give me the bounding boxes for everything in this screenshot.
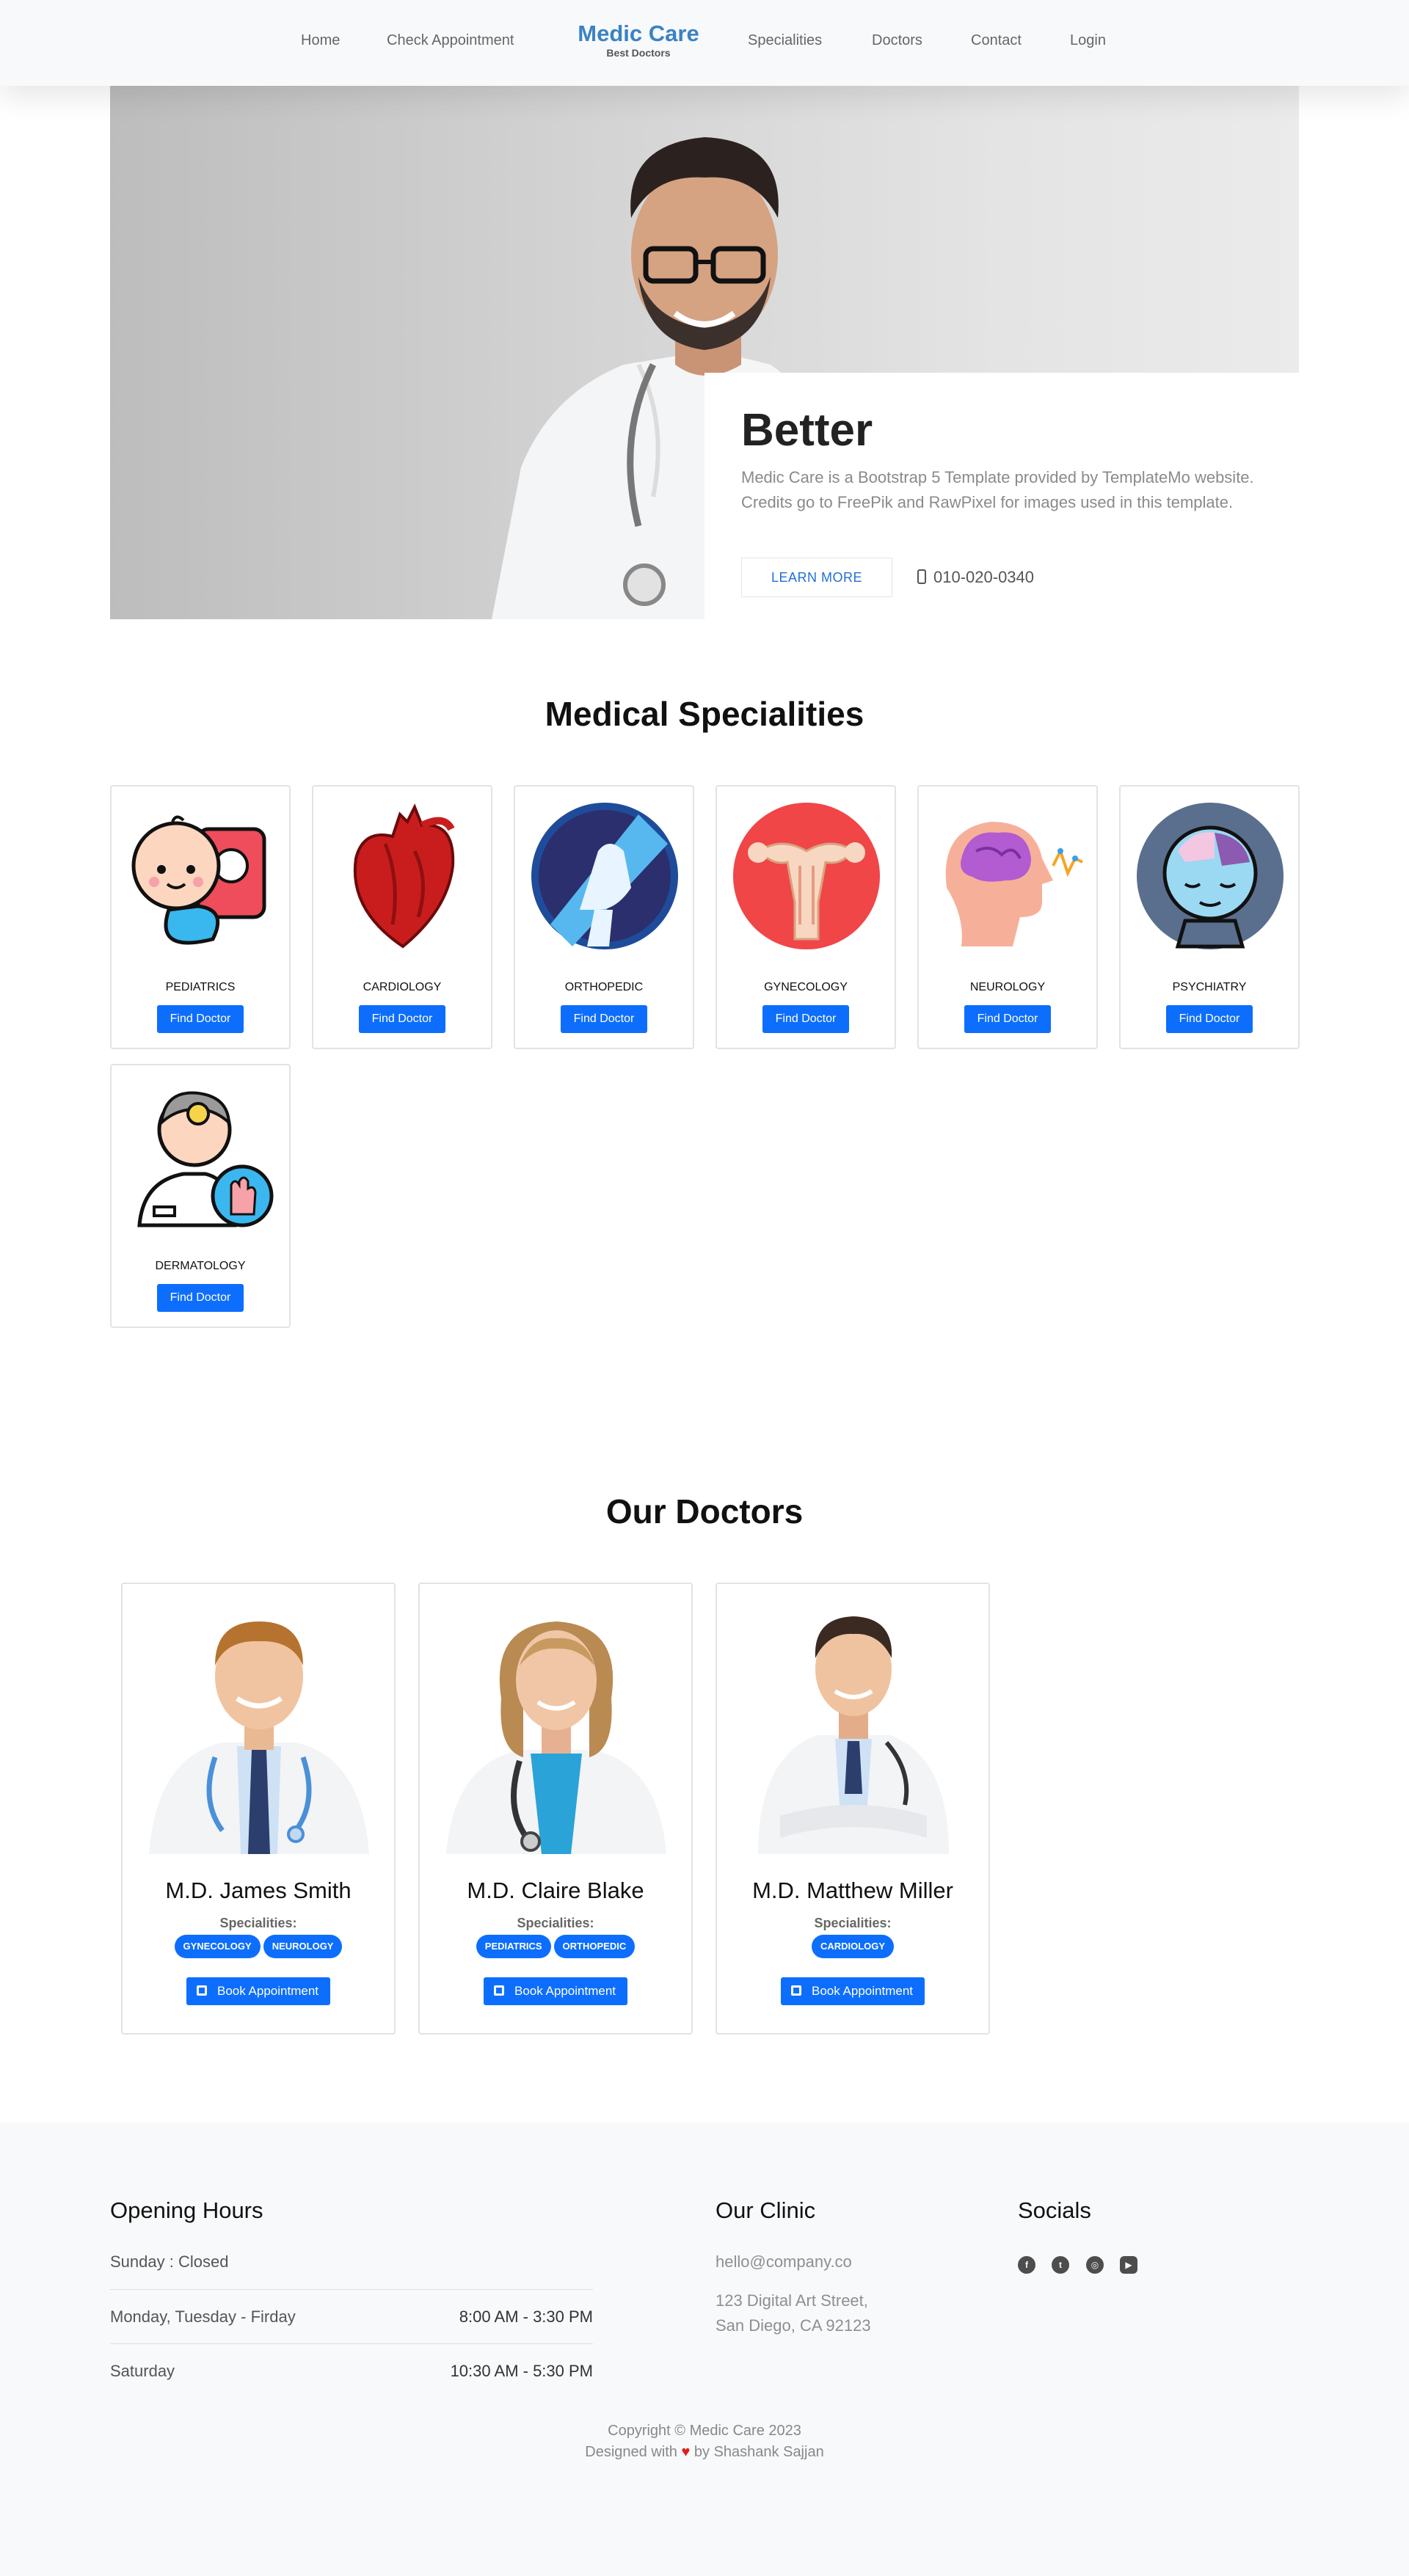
brand-subtitle: Best Doctors [606,47,671,59]
doctor-name: M.D. James Smith [165,1878,352,1903]
socials-title: Socials [1018,2197,1091,2223]
speciality-name: PSYCHIATRY [1172,981,1247,993]
doctor-photo [432,1596,681,1854]
facebook-icon[interactable]: f [1018,2256,1035,2274]
opening-hours-title: Opening Hours [110,2197,263,2223]
designed-suffix: by Shashank Sajjan [693,2444,824,2460]
doctor-photo [134,1596,384,1854]
speciality-badge: GYNECOLOGY [174,1935,261,1958]
hours-time: 8:00 AM - 3:30 PM [459,2307,593,2326]
doctor-card-matthew-miller: M.D. Matthew Miller Specialities: CARDIO… [716,1583,990,2035]
twitter-icon[interactable]: t [1052,2256,1069,2274]
find-doctor-button[interactable]: Find Doctor [561,1005,647,1033]
our-clinic-title: Our Clinic [716,2197,816,2223]
hours-day: Sunday : Closed [110,2252,229,2271]
specialities-label: Specialities: [814,1916,892,1930]
clinic-address-line-1: 123 Digital Art Street, [716,2291,868,2310]
speciality-card-orthopedic: ORTHOPEDIC Find Doctor [514,785,694,1049]
youtube-icon[interactable]: ▶ [1120,2256,1137,2274]
book-appointment-button[interactable]: Book Appointment [484,1977,627,2005]
designed-prefix: Designed with [585,2444,677,2460]
book-appointment-label: Book Appointment [812,1984,913,1998]
speciality-badge: ORTHOPEDIC [553,1935,636,1958]
find-doctor-button[interactable]: Find Doctor [1166,1005,1253,1033]
pediatrics-icon [131,815,266,945]
doctor-card-james-smith: M.D. James Smith Specialities: GYNECOLOG… [121,1583,396,2035]
brand-logo[interactable]: Medic Care Best Doctors [577,21,700,59]
hours-day: Saturday [110,2362,175,2380]
find-doctor-button[interactable]: Find Doctor [762,1005,849,1033]
find-doctor-button[interactable]: Find Doctor [157,1284,244,1312]
specialities-badges: GYNECOLOGY NEUROLOGY [123,1935,394,1958]
nav-home[interactable]: Home [301,32,340,49]
speciality-card-neurology: NEUROLOGY Find Doctor [917,785,1098,1049]
doctors-title: Our Doctors [605,1492,804,1530]
specialities-label: Specialities: [219,1916,297,1930]
hours-time: 10:30 AM - 5:30 PM [450,2362,593,2380]
brand-title: Medic Care [578,21,699,46]
brain-icon [945,822,1083,946]
learn-more-button[interactable]: LEARN MORE [741,558,892,597]
doctor-card-claire-blake: M.D. Claire Blake Specialities: PEDIATRI… [418,1583,693,2035]
book-appointment-label: Book Appointment [514,1984,616,1998]
mind-puzzle-icon [1137,803,1284,949]
knee-bone-icon [531,803,678,949]
navbar: Home Check Appointment Medic Care Best D… [0,0,1409,86]
phone-number: 010-020-0340 [933,568,1035,586]
hours-day: Monday, Tuesday - Firday [110,2307,296,2326]
dermatologist-icon [137,1091,274,1227]
calendar-icon [494,1985,505,1996]
doctor-name: M.D. Matthew Miller [752,1878,953,1903]
clinic-address-line-2: San Diego, CA 92123 [716,2316,871,2335]
hours-row: Monday, Tuesday - Firday 8:00 AM - 3:30 … [110,2289,593,2343]
speciality-name: DERMATOLOGY [155,1260,246,1272]
speciality-card-pediatrics: PEDIATRICS Find Doctor [110,785,291,1049]
specialities-title: Medical Specialities [545,695,864,733]
speciality-card-psychiatry: PSYCHIATRY Find Doctor [1119,785,1300,1049]
nav-check-appointment[interactable]: Check Appointment [387,32,514,49]
hours-row: Sunday : Closed [110,2235,593,2289]
find-doctor-button[interactable]: Find Doctor [359,1005,445,1033]
speciality-badge: CARDIOLOGY [811,1935,895,1958]
designed-by-text: Designed with ♥ by Shashank Sajjan [0,2444,1409,2461]
speciality-card-cardiology: CARDIOLOGY Find Doctor [312,785,492,1049]
book-appointment-label: Book Appointment [217,1984,318,1998]
hero-card: Better Medic Care is a Bootstrap 5 Templ… [704,373,1299,619]
phone-icon [917,569,926,585]
find-doctor-button[interactable]: Find Doctor [964,1005,1051,1033]
doctor-photo [729,1596,978,1854]
nav-contact[interactable]: Contact [971,32,1022,49]
hero-title: Better [741,405,873,456]
speciality-name: CARDIOLOGY [363,981,442,993]
speciality-card-dermatology: DERMATOLOGY Find Doctor [110,1064,291,1328]
speciality-card-gynecology: GYNECOLOGY Find Doctor [716,785,896,1049]
specialities-badges: PEDIATRICS ORTHOPEDIC [420,1935,691,1958]
specialities-badges: CARDIOLOGY [717,1935,989,1958]
specialities-label: Specialities: [517,1916,594,1930]
hero-description: Medic Care is a Bootstrap 5 Template pro… [741,468,1254,511]
speciality-name: ORTHOPEDIC [564,981,644,993]
speciality-badge: NEUROLOGY [263,1935,343,1958]
clinic-email-link[interactable]: hello@company.co [716,2250,852,2274]
book-appointment-button[interactable]: Book Appointment [186,1977,330,2005]
find-doctor-button[interactable]: Find Doctor [157,1005,244,1033]
speciality-name: GYNECOLOGY [764,981,848,993]
speciality-name: PEDIATRICS [165,981,236,993]
book-appointment-button[interactable]: Book Appointment [781,1977,925,2005]
nav-specialities[interactable]: Specialities [748,32,822,49]
calendar-icon [791,1985,802,1996]
heart-icon [353,803,455,949]
speciality-badge: PEDIATRICS [476,1935,551,1958]
hero-phone[interactable]: 010-020-0340 [917,558,1034,597]
doctor-name: M.D. Claire Blake [467,1878,644,1903]
nav-login[interactable]: Login [1070,32,1106,49]
copyright-text: Copyright © Medic Care 2023 [608,2423,801,2439]
hours-row: Saturday 10:30 AM - 5:30 PM [110,2343,593,2398]
instagram-icon[interactable]: ◎ [1086,2256,1104,2274]
speciality-name: NEUROLOGY [969,981,1046,993]
nav-doctors[interactable]: Doctors [872,32,922,49]
calendar-icon [197,1985,208,1996]
uterus-icon [733,803,880,949]
heart-icon: ♥ [681,2444,691,2460]
